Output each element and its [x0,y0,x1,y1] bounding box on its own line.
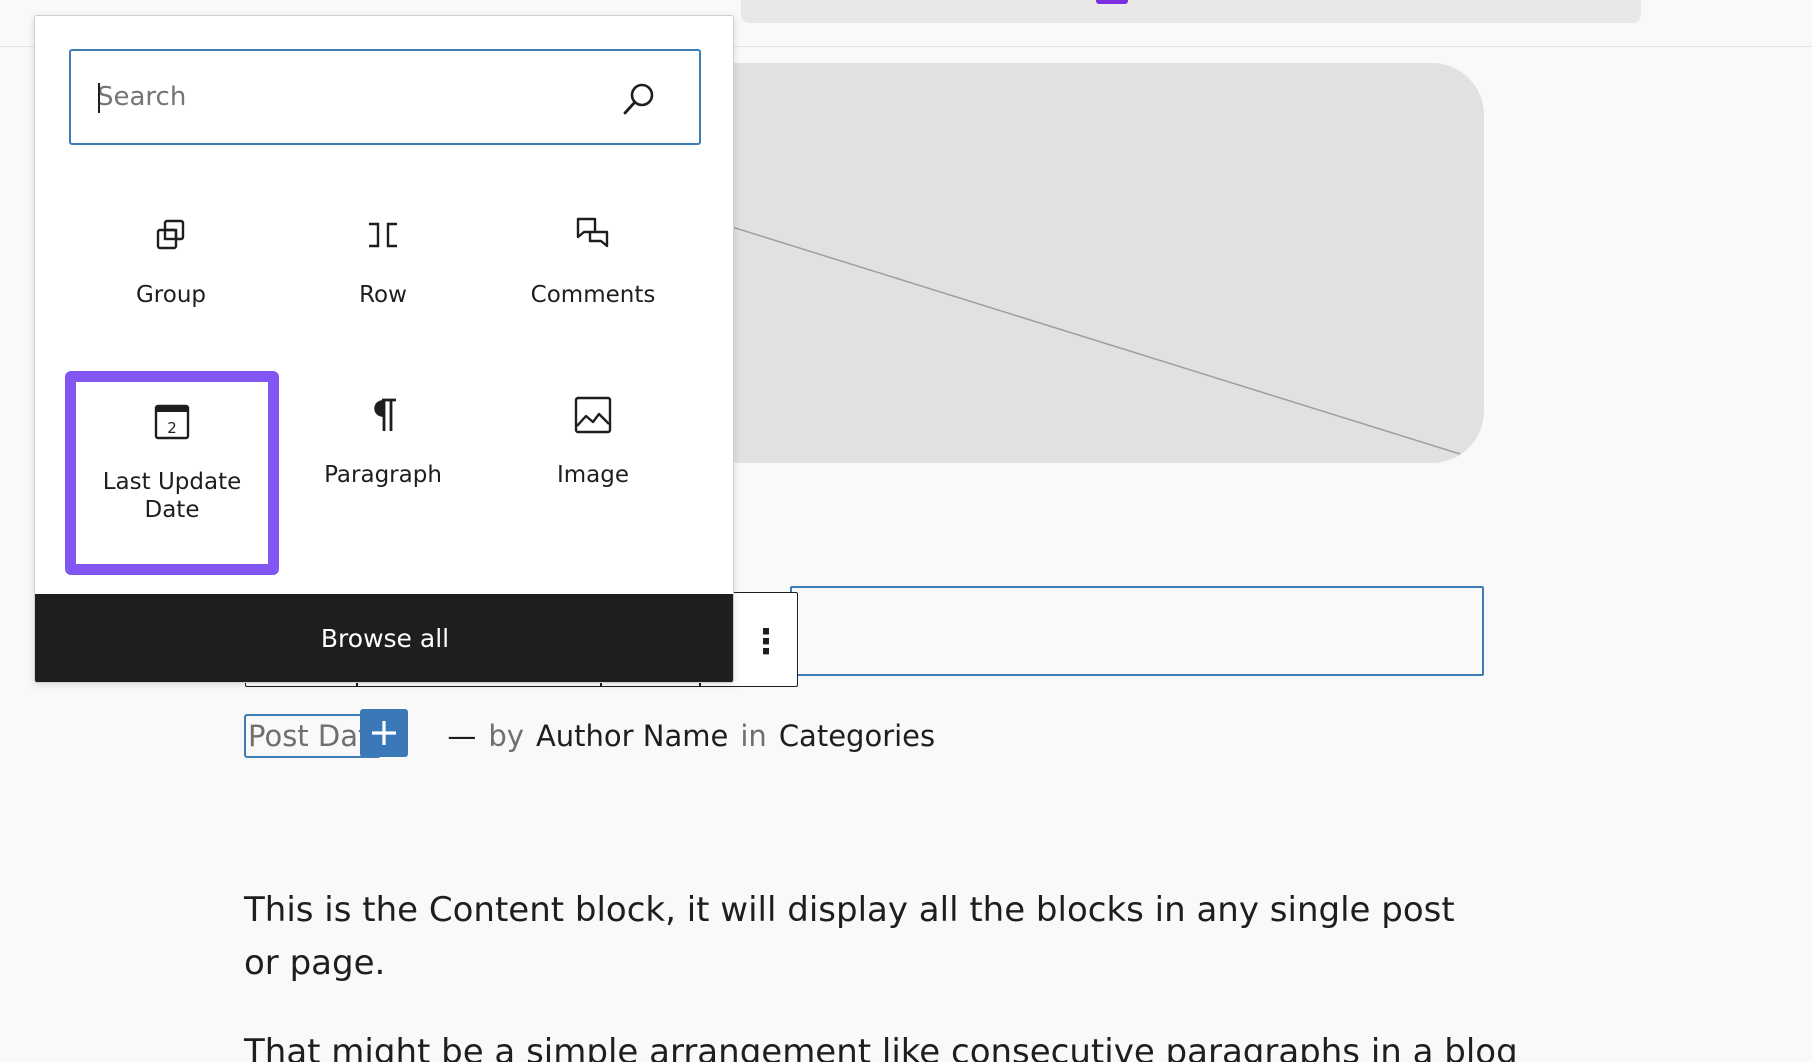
search-input[interactable] [97,67,577,127]
post-author[interactable]: Author Name [536,719,728,753]
content-paragraph[interactable]: This is the Content block, it will displ… [244,884,1484,990]
block-item-label: Comments [530,282,656,308]
meta-by: by [488,719,524,753]
text-caret [98,83,100,113]
post-title-block[interactable] [790,586,1484,676]
row-icon [369,222,397,248]
paragraph-icon [374,398,396,431]
block-item-group[interactable]: Group [73,191,269,367]
content-paragraph[interactable]: That might be a simple arrangement like … [244,1026,1518,1062]
image-icon [574,396,612,434]
add-block-button[interactable] [360,709,408,757]
comments-icon [576,217,609,248]
search-field[interactable] [69,49,701,145]
search-icon [623,83,654,115]
more-options-button[interactable]: ⋮ [735,593,797,685]
group-icon [156,219,185,250]
placeholder-line-icon [700,216,1461,455]
block-item-label: Paragraph [324,462,442,488]
top-bar-pill [741,0,1641,23]
calendar-icon: 2 [154,404,190,440]
top-bar-accent [1096,0,1128,4]
browse-all-button[interactable]: Browse all [35,594,733,682]
block-item-label: Last Update Date [102,469,242,523]
plus-icon [372,721,396,745]
featured-image-placeholder[interactable] [700,63,1484,463]
block-item-image[interactable]: Image [495,371,691,547]
block-item-paragraph[interactable]: Paragraph [285,371,481,547]
block-item-label: Group [135,282,207,308]
meta-separator: — [447,719,477,753]
post-meta-row: Post Dat — by Author Name in Categories [244,714,947,758]
post-categories[interactable]: Categories [779,719,935,753]
block-item-label: Row [359,282,407,308]
block-item-label: Image [556,462,630,488]
block-inserter-popover: Group Row Comments 2 Last Update Date Pa… [34,15,734,683]
svg-text:2: 2 [167,419,177,437]
block-item-row[interactable]: Row [285,191,481,367]
meta-in: in [740,719,767,753]
block-item-comments[interactable]: Comments [495,191,691,367]
block-item-last-update-date[interactable]: 2 Last Update Date [65,371,279,575]
